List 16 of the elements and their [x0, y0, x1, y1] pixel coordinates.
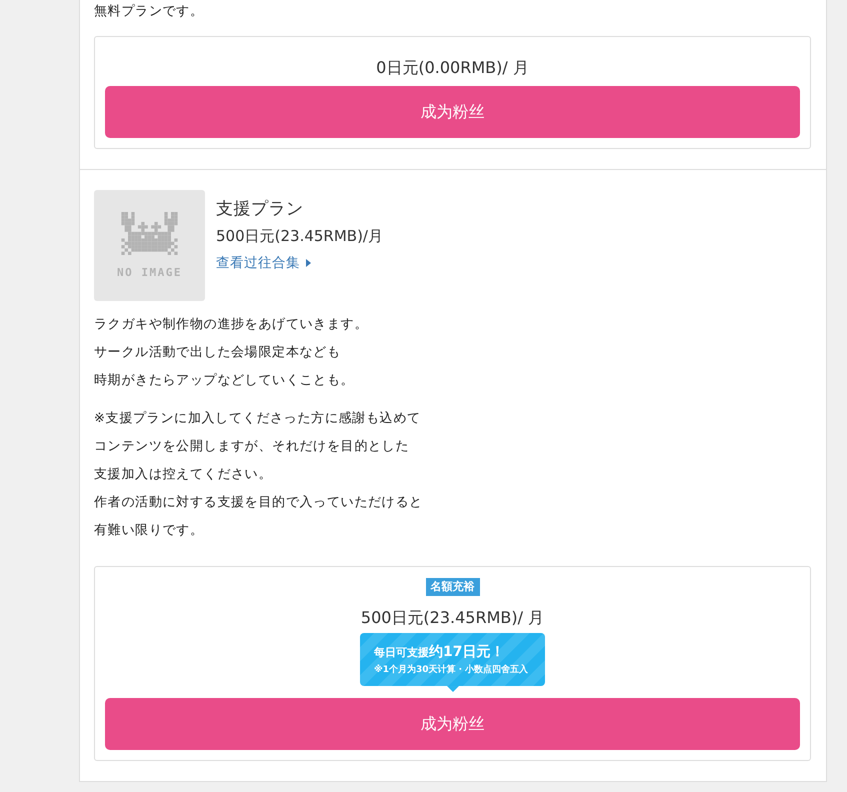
plan-title: 支援プラン: [216, 198, 304, 221]
become-fan-button[interactable]: 成为粉丝: [105, 698, 800, 750]
tooltip-pointer-icon: [446, 686, 458, 692]
plan-description: ※支援プランに加入してくださった方に感謝も込めて コンテンツを公開しますが、それだけを目的とした 支援加入は控えてください。 作者の活動に対する支援を目的で入っていただけると 有難い限りです。: [94, 410, 424, 540]
calculation-note: ※1个月为30天计算 · 小数点四舍五入: [374, 663, 528, 677]
plan-price: 500日元(23.45RMB)/月: [216, 226, 383, 247]
past-collection-link[interactable]: 查看过往合集: [216, 252, 311, 274]
price-text: 500日元(23.45RMB)/ 月: [360, 607, 544, 629]
price-text: 0日元(0.00RMB)/ 月: [376, 57, 529, 79]
plan-description: 無料プランです。: [94, 3, 205, 21]
plan-description: ラクガキや制作物の進捗をあげていきます。 サークル活動で出した会場限定本なども 時期がきたらアップなどしていくことも。: [94, 316, 369, 390]
daily-amount-text: 每日可支援约17日元！: [374, 643, 504, 662]
become-fan-button[interactable]: 成为粉丝: [105, 86, 800, 138]
crab-icon: [121, 212, 178, 255]
caret-icon: [306, 259, 311, 267]
availability-badge: 名額充裕: [426, 578, 480, 596]
